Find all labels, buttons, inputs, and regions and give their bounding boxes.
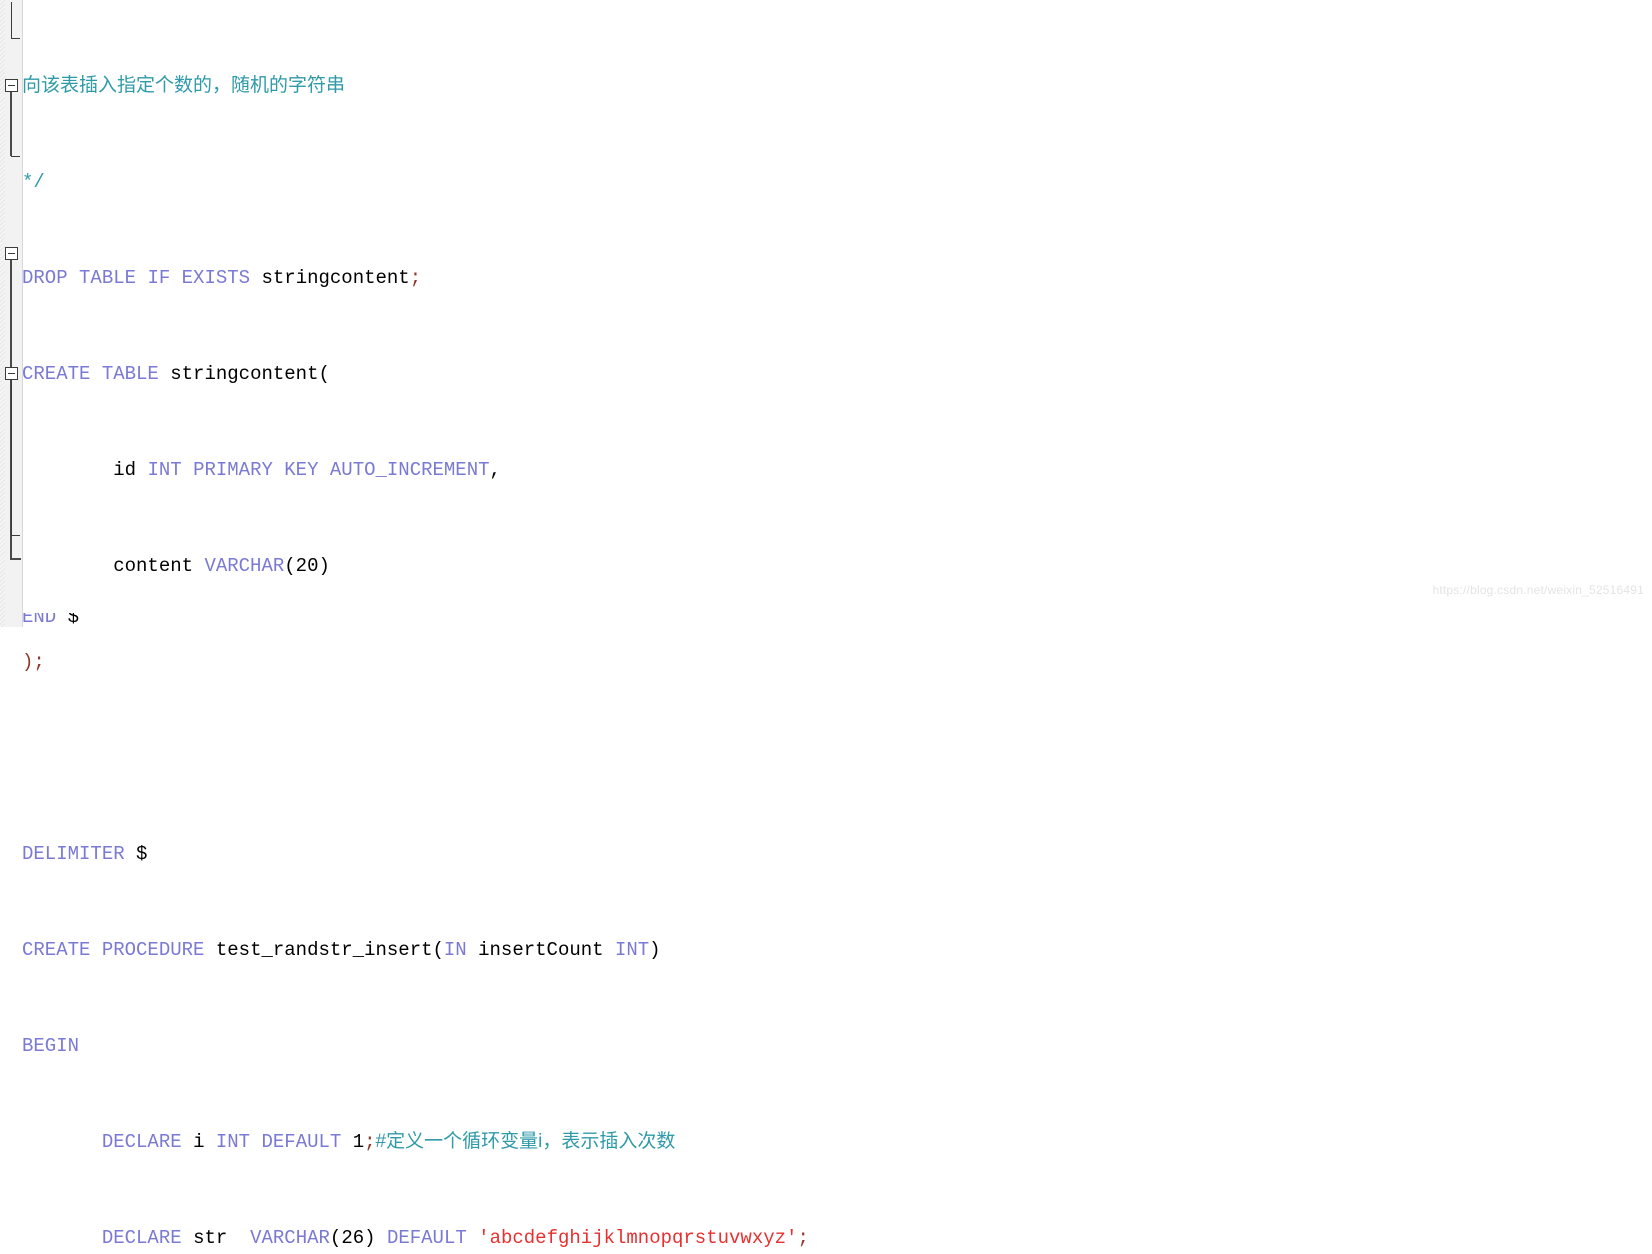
comma-5: ,: [489, 459, 501, 481]
kw-table-2: TABLE: [101, 363, 159, 385]
fold-line-while: [11, 380, 12, 535]
line2-comment-close: */: [22, 171, 45, 193]
fold-line-create-table: [10, 92, 12, 156]
kw-in: IN: [443, 939, 467, 961]
code-line-13: DECLARE str VARCHAR(26) DEFAULT 'abcdefg…: [22, 1226, 1652, 1250]
semi-13: ;: [797, 1227, 809, 1249]
kw-default-i: DEFAULT: [261, 1131, 342, 1153]
kw-table: TABLE: [79, 267, 137, 289]
kw-create: CREATE: [22, 363, 91, 385]
table-name-drop: stringcontent: [261, 267, 410, 289]
procedure-name: test_randstr_insert: [215, 939, 433, 961]
fold-line-comment: [11, 2, 12, 38]
kw-begin: BEGIN: [22, 1035, 80, 1057]
fold-end-comment: [11, 38, 20, 39]
close-paren-semi: );: [22, 651, 45, 673]
kw-default-str: DEFAULT: [386, 1227, 467, 1249]
code-line-5: id INT PRIMARY KEY AUTO_INCREMENT,: [22, 458, 1652, 482]
csdn-watermark: https://blog.csdn.net/weixin_52516491: [1432, 583, 1644, 597]
varchar-size-20: (20): [284, 555, 330, 577]
comment-12: #定义一个循环变量i，表示插入次数: [375, 1131, 676, 1152]
param-insertcount: insertCount: [478, 939, 604, 961]
paren-open-10: (: [432, 939, 444, 961]
code-line-11: BEGIN: [22, 1034, 1652, 1058]
fold-toggle-create-table[interactable]: [5, 79, 18, 92]
kw-declare-i: DECLARE: [101, 1131, 182, 1153]
var-i: i: [193, 1131, 205, 1153]
kw-end-25: END: [22, 613, 57, 627]
code-line-9: DELIMITER $: [22, 842, 1652, 866]
fold-end-create-table: [11, 156, 20, 157]
table-name-create: stringcontent: [170, 363, 319, 385]
code-line-3: DROP TABLE IF EXISTS stringcontent;: [22, 266, 1652, 290]
kw-procedure: PROCEDURE: [101, 939, 205, 961]
code-line-12: DECLARE i INT DEFAULT 1;#定义一个循环变量i，表示插入次…: [22, 1130, 1652, 1154]
fold-toggle-begin[interactable]: [5, 247, 18, 260]
kw-declare-str: DECLARE: [101, 1227, 182, 1249]
column-id: id: [113, 459, 137, 481]
sql-code-editor[interactable]: 向该表插入指定个数的，随机的字符串 */ DROP TABLE IF EXIST…: [0, 0, 1652, 1249]
delimiter-token-end: $: [67, 613, 80, 627]
kw-exists: EXISTS: [181, 267, 251, 289]
value-i: 1: [352, 1131, 365, 1153]
string-alphabet: 'abcdefghijklmnopqrstuvwxyz': [478, 1227, 798, 1249]
type-varchar: VARCHAR: [204, 555, 285, 577]
kw-if: IF: [147, 267, 171, 289]
code-line-2: */: [22, 170, 1652, 194]
kw-drop: DROP: [22, 267, 68, 289]
code-line-10: CREATE PROCEDURE test_randstr_insert(IN …: [22, 938, 1652, 962]
code-content[interactable]: 向该表插入指定个数的，随机的字符串 */ DROP TABLE IF EXIST…: [22, 0, 1652, 1249]
varchar-size-26: (26): [329, 1227, 376, 1249]
line1-comment-text: 向该表插入指定个数的，随机的字符串: [22, 75, 346, 96]
type-int-i: INT: [215, 1131, 251, 1153]
column-content: content: [113, 555, 194, 577]
code-line-25-clipped: END $: [22, 613, 1652, 627]
type-int-param: INT: [614, 939, 650, 961]
paren-close-10: ): [649, 939, 661, 961]
kw-primary-key-auto: PRIMARY KEY AUTO_INCREMENT: [193, 459, 490, 481]
code-line-7: );: [22, 650, 1652, 674]
delimiter-token: $: [136, 843, 148, 865]
fold-toggle-while[interactable]: [5, 367, 18, 380]
semi-12: ;: [364, 1131, 376, 1153]
var-str: str: [193, 1227, 228, 1249]
code-line-4: CREATE TABLE stringcontent(: [22, 362, 1652, 386]
type-int-id: INT: [147, 459, 182, 481]
code-line-1: 向该表插入指定个数的，随机的字符串: [22, 74, 1652, 98]
semicolon-3: ;: [409, 267, 422, 289]
kw-delimiter: DELIMITER: [22, 843, 125, 865]
code-line-6: content VARCHAR(20): [22, 554, 1652, 578]
fold-end-while: [11, 535, 20, 536]
code-line-8-blank: [22, 746, 1652, 770]
paren-open-4: (: [318, 363, 330, 385]
gutter-stripe: [0, 0, 5, 627]
kw-create-2: CREATE: [22, 939, 91, 961]
fold-end-begin: [10, 558, 21, 560]
type-varchar-str: VARCHAR: [250, 1227, 330, 1249]
